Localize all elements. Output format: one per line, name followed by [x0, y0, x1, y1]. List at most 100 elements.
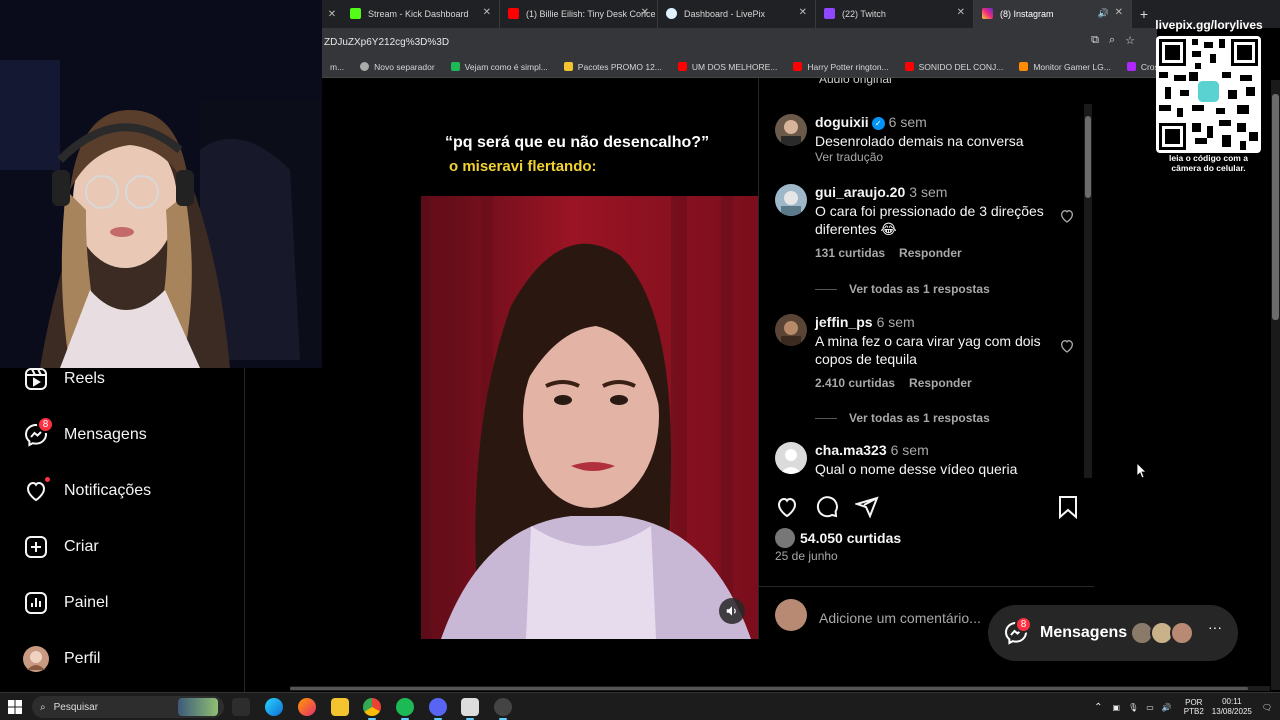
sidebar-item-painel[interactable]: Painel — [22, 588, 108, 618]
comment-like-button[interactable] — [1059, 208, 1075, 229]
comment-input[interactable]: Adicione um comentário... — [819, 610, 981, 626]
scrollbar-thumb[interactable] — [1272, 94, 1279, 320]
tab-livepix[interactable]: Dashboard - LivePix ✕ — [658, 0, 816, 28]
bookmark-item[interactable]: Pacotes PROMO 12... — [556, 62, 670, 72]
sidebar-item-perfil[interactable]: Perfil — [22, 644, 100, 674]
bookmark-item[interactable]: Monitor Gamer LG... — [1011, 62, 1118, 72]
likes-text: 54.050 curtidas — [800, 530, 902, 546]
notification-icon[interactable]: 🗨 — [1262, 703, 1272, 712]
search-icon: ⌕ — [40, 701, 46, 713]
microphone-icon[interactable]: 🎙 — [1128, 703, 1138, 712]
url-text[interactable]: ZDJuZXp6Y212cg%3D%3D — [324, 37, 449, 48]
keyboard-layout: PTB2 — [1183, 707, 1204, 716]
chrome-icon[interactable] — [363, 698, 381, 720]
star-icon[interactable]: ☆ — [1125, 34, 1135, 47]
globe-icon — [360, 62, 370, 71]
tab-instagram[interactable]: (8) Instagram 🔊 ✕ — [974, 0, 1132, 28]
view-replies-text: Ver todas as 1 respostas — [849, 411, 990, 425]
network-icon[interactable]: ▭ — [1146, 703, 1154, 712]
horizontal-scrollbar[interactable] — [290, 686, 1270, 691]
tab-title: (8) Instagram — [1000, 9, 1054, 19]
avatar[interactable] — [775, 314, 807, 346]
bookmark-item[interactable]: Vejam como é simpl... — [443, 62, 556, 72]
like-button[interactable] — [775, 495, 799, 524]
capcut-icon[interactable] — [461, 698, 479, 720]
comment-text: A mina fez o cara virar yag com dois cop… — [815, 333, 1041, 367]
more-icon[interactable]: ··· — [1208, 619, 1222, 635]
comment-likes[interactable]: 131 curtidas — [815, 246, 885, 260]
audio-label[interactable]: Áudio original — [819, 78, 892, 86]
sidebar-item-notificacoes[interactable]: Notificações — [22, 475, 151, 506]
windows-start-icon[interactable] — [8, 700, 22, 714]
chevron-up-icon[interactable]: ⌃ — [1094, 702, 1102, 713]
heart-icon — [1060, 209, 1074, 223]
close-icon[interactable]: ✕ — [957, 7, 965, 18]
messages-float-button[interactable]: 8 Mensagens ··· — [988, 605, 1238, 661]
webcam-overlay — [0, 0, 322, 368]
comment-item: cha.ma323 6 sem Qual o nome desse vídeo q… — [775, 442, 1075, 478]
close-icon[interactable]: ✕ — [1115, 7, 1123, 18]
speaker-icon[interactable]: 🔊 — [1098, 8, 1109, 19]
address-bar[interactable]: ZDJuZXp6Y212cg%3D%3D ⧉ ⌕ ☆ — [322, 28, 1157, 56]
view-replies-link[interactable]: Ver todas as 1 respostas — [815, 411, 990, 425]
comment-button[interactable] — [815, 495, 839, 524]
sidebar-item-mensagens[interactable]: 8 Mensagens — [22, 416, 147, 450]
scrollbar-thumb[interactable] — [290, 687, 1248, 690]
task-view-icon[interactable] — [232, 698, 250, 716]
page-scrollbar[interactable] — [1271, 80, 1280, 690]
sidebar-item-reels[interactable]: Reels — [22, 364, 105, 394]
install-icon[interactable]: ⧉ — [1091, 34, 1099, 47]
see-translation-link[interactable]: Ver tradução — [815, 150, 1055, 164]
paper-plane-icon — [853, 496, 879, 519]
comments-scrollbar[interactable] — [1084, 104, 1092, 478]
zoom-icon[interactable]: ⌕ — [1109, 34, 1115, 47]
reel-video[interactable]: “pq será que eu não desencalho?” o miser… — [421, 78, 758, 639]
close-icon[interactable]: ✕ — [799, 7, 807, 18]
likes-count[interactable]: 54.050 curtidas — [775, 528, 901, 548]
bookmark-item[interactable]: m... — [322, 62, 352, 72]
tray-app-icon[interactable]: ▣ — [1113, 703, 1121, 712]
close-icon[interactable]: ✕ — [641, 7, 649, 18]
reply-button[interactable]: Responder — [899, 246, 962, 260]
avatar[interactable] — [775, 114, 807, 146]
heart-icon — [22, 475, 52, 505]
close-icon[interactable]: ✕ — [483, 7, 491, 18]
comment-like-button[interactable] — [1059, 338, 1075, 359]
scrollbar-thumb[interactable] — [1085, 116, 1091, 198]
tab-kick[interactable]: Stream - Kick Dashboard ✕ — [342, 0, 500, 28]
comment-username[interactable]: jeffin_ps — [815, 314, 873, 330]
comment-time: 6 sem — [876, 314, 915, 330]
bookmark-item[interactable]: Harry Potter rington... — [785, 62, 896, 72]
comment-username[interactable]: cha.ma323 — [815, 442, 887, 458]
sidebar-item-criar[interactable]: Criar — [22, 532, 99, 562]
file-explorer-icon[interactable] — [331, 698, 349, 716]
share-button[interactable] — [853, 495, 879, 524]
tab-twitch[interactable]: (22) Twitch ✕ — [816, 0, 974, 28]
bookmark-item[interactable]: UM DOS MELHORE... — [670, 62, 785, 72]
edge-icon[interactable] — [265, 698, 283, 716]
livepix-qr-overlay: livepix.gg/lorylives leia o código com a… — [1151, 14, 1267, 173]
tab-youtube[interactable]: (1) Billie Eilish: Tiny Desk Conce ✕ — [500, 0, 658, 28]
spotify-icon[interactable] — [396, 698, 414, 720]
comment-likes[interactable]: 2.410 curtidas — [815, 376, 895, 390]
bookmark-item[interactable]: Novo separador — [352, 62, 442, 72]
tab-close-icon[interactable]: ✕ — [322, 0, 342, 28]
bookmark-item[interactable]: SONIDO DEL CONJ... — [897, 62, 1012, 72]
comment-username[interactable]: gui_araujo.20 — [815, 184, 905, 200]
mute-button[interactable] — [719, 598, 745, 624]
discord-icon[interactable] — [429, 698, 447, 720]
clock[interactable]: 00:11 13/08/2025 — [1212, 697, 1252, 717]
bookmark-label: Vejam como é simpl... — [464, 61, 548, 72]
view-replies-link[interactable]: Ver todas as 1 respostas — [815, 282, 990, 296]
save-button[interactable] — [1057, 495, 1079, 524]
comment-username[interactable]: doguixii — [815, 114, 869, 130]
volume-icon[interactable]: 🔊 — [1162, 703, 1172, 712]
taskbar-search[interactable]: ⌕ Pesquisar — [32, 696, 224, 718]
avatar[interactable] — [775, 184, 807, 216]
reply-button[interactable]: Responder — [909, 376, 972, 390]
clock-date: 13/08/2025 — [1211, 707, 1252, 716]
avatar[interactable] — [775, 442, 807, 474]
firefox-icon[interactable] — [298, 698, 316, 716]
obs-icon[interactable] — [494, 698, 512, 720]
language-indicator[interactable]: POR PTB2 — [1184, 698, 1204, 716]
